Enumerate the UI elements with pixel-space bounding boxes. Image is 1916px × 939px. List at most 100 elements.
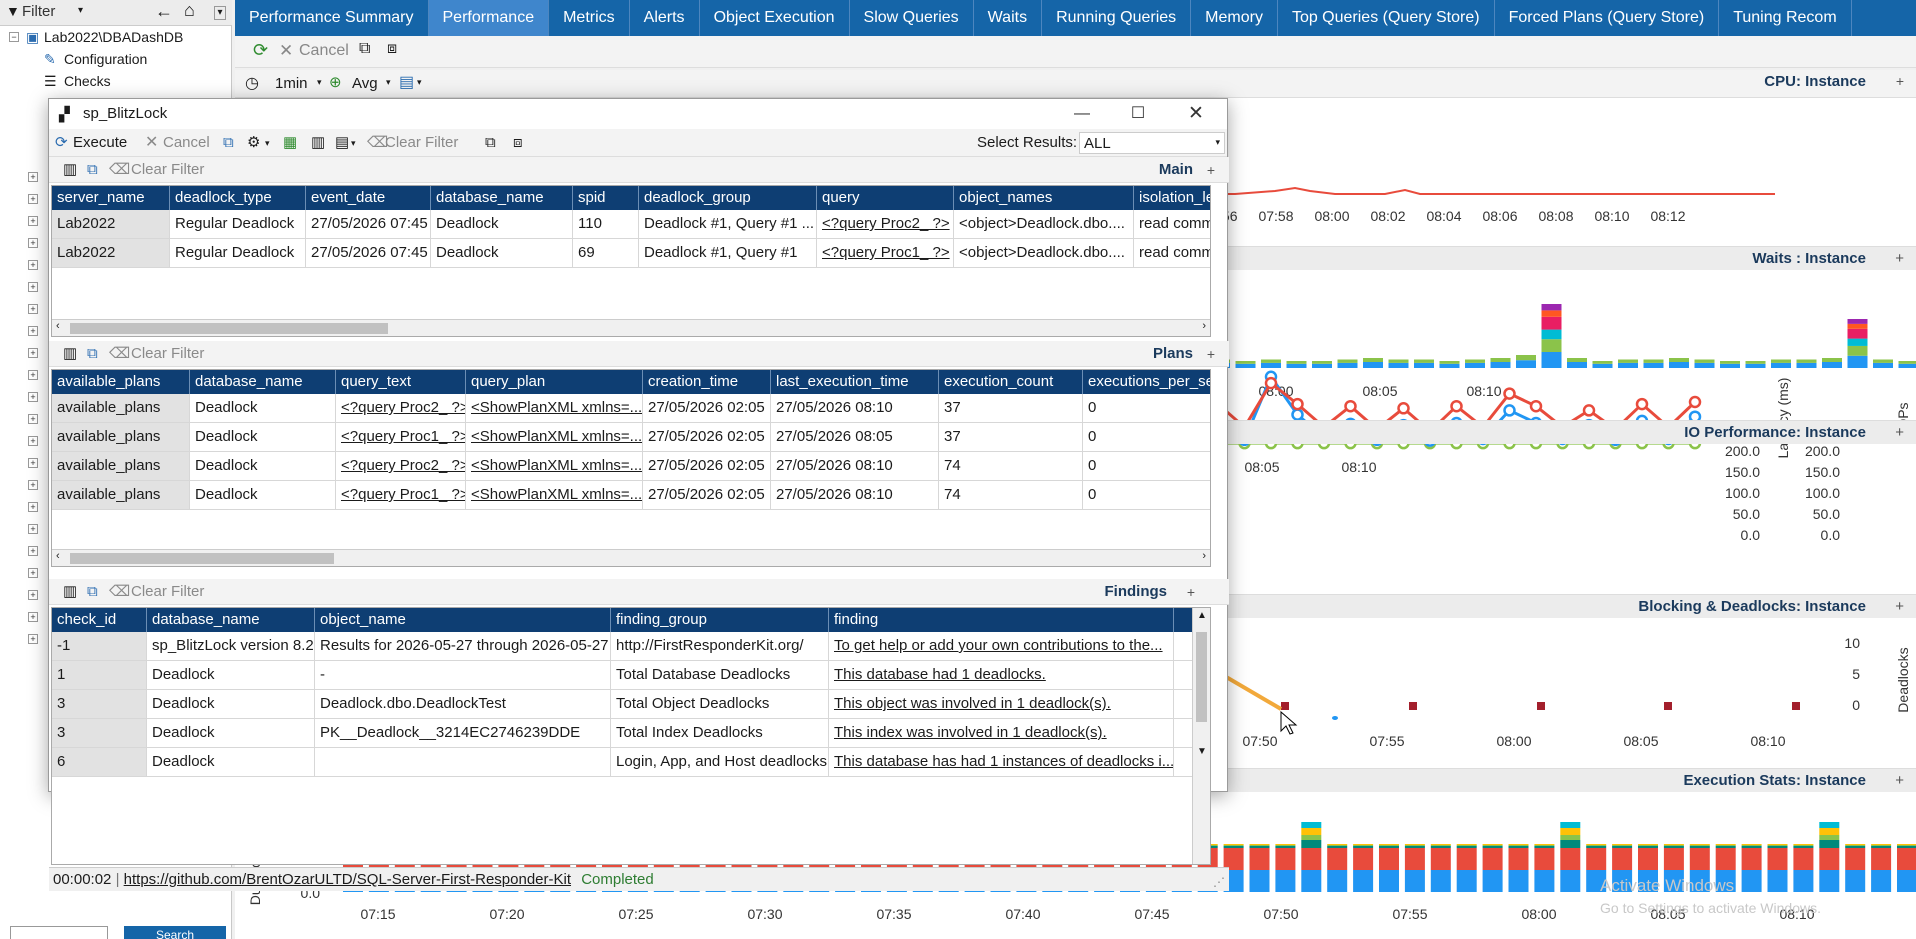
cell-link[interactable]: <ShowPlanXML xmlns=...	[471, 399, 642, 416]
columns-icon[interactable]: ▥	[63, 341, 77, 367]
table-cell[interactable]: 0	[1083, 394, 1210, 422]
table-cell[interactable]: 27/05/2026 08:10	[771, 394, 939, 422]
table-row[interactable]: 3 Deadlock Deadlock.dbo.DeadlockTest Total …	[52, 690, 1210, 719]
findings-vscroll[interactable]: ▲ ▼	[1192, 608, 1210, 864]
table-cell[interactable]: 27/05/2026 08:05	[771, 423, 939, 451]
copy-icon[interactable]: ⧉	[87, 157, 98, 183]
table-cell[interactable]: Deadlock.dbo.DeadlockTest	[315, 690, 611, 718]
expand-icon[interactable]: +	[28, 568, 38, 578]
table-cell[interactable]: Total Object Deadlocks	[611, 690, 829, 718]
layout-dropdown-icon[interactable]: ▾	[351, 129, 356, 157]
table-cell[interactable]: Total Index Deadlocks	[611, 719, 829, 747]
copy-icon[interactable]: ⧉	[87, 341, 98, 367]
table-cell[interactable]: 74	[939, 481, 1083, 509]
clear-filter-button[interactable]: Clear Filter	[131, 579, 204, 605]
tree-item-server[interactable]: − ▣ Lab2022\DBADashDB	[0, 26, 232, 48]
search-box[interactable]	[10, 926, 108, 939]
table-row[interactable]: available_plans Deadlock <?query Proc2_ ?>…	[52, 394, 1210, 423]
collapse-icon[interactable]: −	[9, 32, 19, 42]
panel-expand-icon[interactable]: +	[1895, 421, 1904, 445]
cell-link[interactable]: This database has had 1 instances of dea…	[834, 753, 1173, 770]
column-header[interactable]: isolation_le	[1134, 186, 1210, 210]
panel-expand-icon[interactable]: +	[1896, 73, 1904, 89]
table-cell[interactable]: <object>Deadlock.dbo....	[954, 210, 1134, 238]
expand-icon[interactable]: +	[28, 216, 38, 226]
table-cell[interactable]: 3	[52, 690, 147, 718]
scroll-right-icon[interactable]: ›	[1202, 550, 1206, 562]
table-cell[interactable]: <?query Proc1_ ?>	[817, 239, 954, 267]
expand-icon[interactable]: +	[28, 348, 38, 358]
table-cell[interactable]: Deadlock	[147, 661, 315, 689]
scroll-thumb[interactable]	[70, 553, 334, 564]
table-cell[interactable]: <?query Proc2_ ?>	[336, 452, 466, 480]
column-header[interactable]: check_id	[52, 608, 147, 632]
expand-icon[interactable]: +	[28, 282, 38, 292]
export-icon[interactable]: ⚙	[247, 129, 260, 157]
table-cell[interactable]: 1	[52, 661, 147, 689]
table-cell[interactable]: PK__Deadlock__3214EC2746239DDE	[315, 719, 611, 747]
table-cell[interactable]: 6	[52, 748, 147, 776]
layout-icon[interactable]: ▤	[335, 129, 349, 157]
column-header[interactable]: query	[817, 186, 954, 210]
table-cell[interactable]: Regular Deadlock	[170, 239, 306, 267]
table-cell[interactable]: <ShowPlanXML xmlns=...	[466, 394, 643, 422]
column-header[interactable]: executions_per_se	[1083, 370, 1210, 394]
home-icon[interactable]: ⌂	[184, 0, 195, 21]
expand-icon[interactable]: +	[28, 502, 38, 512]
chart-options-dropdown-icon[interactable]: ▾	[417, 77, 422, 88]
cell-link[interactable]: This object was involved in 1 deadlock(s…	[834, 695, 1111, 712]
table-cell[interactable]: read comm	[1134, 210, 1210, 238]
panel-expand-icon[interactable]: +	[1895, 247, 1904, 271]
table-cell[interactable]: Total Database Deadlocks	[611, 661, 829, 689]
columns-icon[interactable]: ▥	[63, 579, 77, 605]
search-button[interactable]: Search	[124, 926, 226, 939]
expand-icon[interactable]: +	[28, 260, 38, 270]
table-cell[interactable]: Login, App, and Host deadlocks	[611, 748, 829, 776]
table-cell[interactable]: 27/05/2026 07:45	[306, 239, 431, 267]
tab-forced-plans-query-store-[interactable]: Forced Plans (Query Store)	[1495, 0, 1720, 36]
expand-icon[interactable]: +	[28, 370, 38, 380]
interval-dropdown[interactable]: 1min	[275, 75, 308, 92]
scroll-right-icon[interactable]: ›	[1202, 320, 1206, 332]
excel-icon[interactable]: ▦	[283, 129, 297, 157]
column-header[interactable]: last_execution_time	[771, 370, 939, 394]
cell-link[interactable]: This index was involved in 1 deadlock(s)…	[834, 724, 1107, 741]
cancel-icon[interactable]: ✕	[279, 41, 293, 61]
table-cell[interactable]: -1	[52, 632, 147, 660]
back-arrow-icon[interactable]: ←	[155, 1, 173, 22]
table-cell[interactable]: sp_BlitzLock version 8.22	[147, 632, 315, 660]
clear-filter-button[interactable]: Clear Filter	[385, 129, 458, 157]
tab-running-queries[interactable]: Running Queries	[1042, 0, 1192, 36]
table-cell[interactable]: 0	[1083, 481, 1210, 509]
tab-performance-summary[interactable]: Performance Summary	[235, 0, 429, 36]
table-row[interactable]: available_plans Deadlock <?query Proc1_ ?>…	[52, 481, 1210, 510]
clear-filter-icon[interactable]: ⌫	[109, 579, 130, 605]
table-cell[interactable]: Deadlock	[190, 394, 336, 422]
export-dropdown-icon[interactable]: ▾	[265, 129, 270, 157]
column-header[interactable]: execution_count	[939, 370, 1083, 394]
plans-hscroll[interactable]: ‹ ›	[52, 549, 1210, 566]
table-row[interactable]: Lab2022 Regular Deadlock 27/05/2026 07:45 D…	[52, 210, 1210, 239]
table-cell[interactable]: Deadlock	[147, 748, 315, 776]
tab-metrics[interactable]: Metrics	[549, 0, 630, 36]
table-cell[interactable]: <ShowPlanXML xmlns=...	[466, 481, 643, 509]
table-cell[interactable]: To get help or add your own contribution…	[829, 632, 1174, 660]
table-cell[interactable]: <object>Deadlock.dbo....	[954, 239, 1134, 267]
cell-link[interactable]: <?query Proc2_ ?>	[341, 399, 465, 416]
execute-icon[interactable]: ⟳	[55, 129, 68, 157]
expand-icon[interactable]: +	[28, 634, 38, 644]
table-cell[interactable]: http://FirstResponderKit.org/	[611, 632, 829, 660]
table-cell[interactable]	[315, 748, 611, 776]
tab-slow-queries[interactable]: Slow Queries	[850, 0, 974, 36]
expand-icon[interactable]: +	[28, 238, 38, 248]
expand-icon[interactable]: +	[28, 458, 38, 468]
expand-icon[interactable]: +	[28, 436, 38, 446]
cell-link[interactable]: <ShowPlanXML xmlns=...	[471, 428, 642, 445]
expand-icon[interactable]: +	[28, 304, 38, 314]
table-row[interactable]: Lab2022 Regular Deadlock 27/05/2026 07:45 D…	[52, 239, 1210, 268]
cell-link[interactable]: <ShowPlanXML xmlns=...	[471, 457, 642, 474]
column-header[interactable]: event_date	[306, 186, 431, 210]
tab-performance[interactable]: Performance	[428, 0, 550, 36]
column-header[interactable]: available_plans	[52, 370, 190, 394]
aggregate-dropdown[interactable]: Avg	[352, 75, 378, 92]
